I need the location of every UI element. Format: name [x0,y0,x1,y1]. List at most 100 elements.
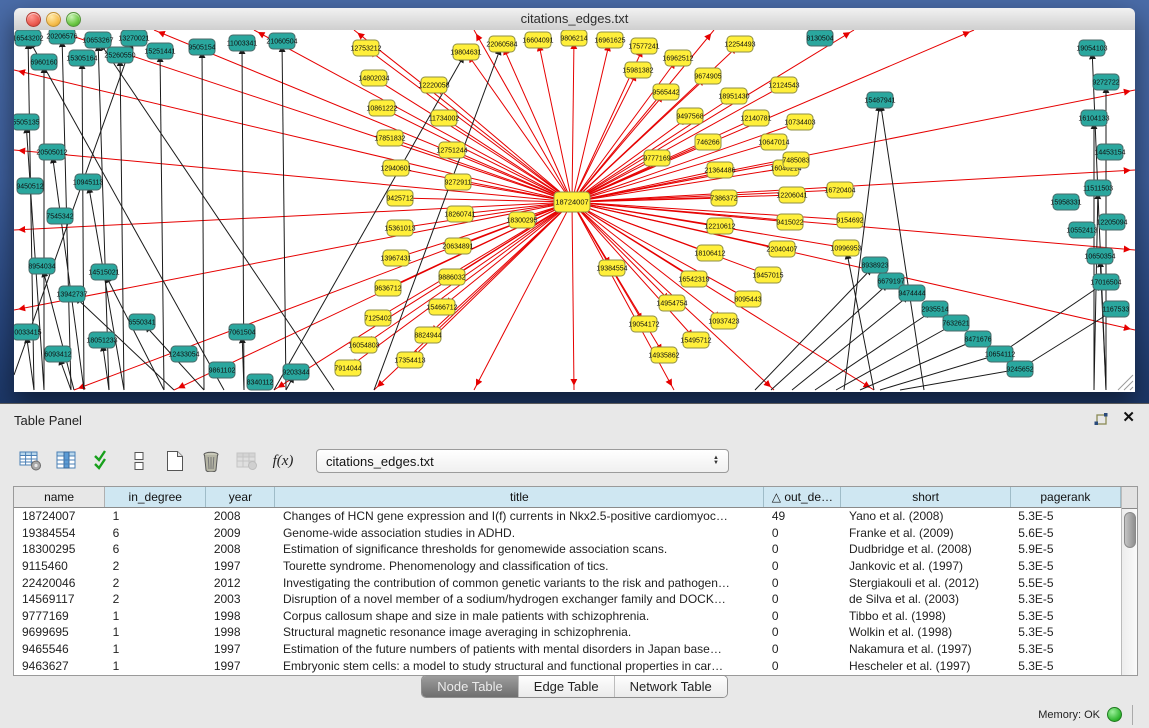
table-cell[interactable]: 0 [764,591,841,608]
graph-node-16104133[interactable]: 16104133 [1078,110,1109,126]
table-cell[interactable]: 2008 [206,541,275,558]
table-cell[interactable]: 5.3E-5 [1010,558,1120,575]
table-cell[interactable]: 2003 [206,591,275,608]
graph-node-12206041[interactable]: 12206041 [776,187,807,203]
graph-node-11511503[interactable]: 11511503 [1083,180,1113,196]
new-column-button[interactable] [160,447,190,475]
table-row[interactable]: 1830029562008Estimation of significance … [14,541,1121,558]
graph-node-9861102[interactable]: 9861102 [209,362,236,378]
table-cell[interactable]: 0 [764,558,841,575]
zoom-window-button[interactable] [66,12,81,27]
close-window-button[interactable] [26,12,41,27]
table-cell[interactable]: 0 [764,574,841,591]
table-cell[interactable]: 5.3E-5 [1010,624,1120,641]
select-all-check-button[interactable] [88,447,118,475]
table-cell[interactable]: Jankovic et al. (1997) [841,558,1010,575]
table-cell[interactable]: 22420046 [14,574,105,591]
graph-node-9474444[interactable]: 9474444 [898,285,925,301]
graph-node-7485083[interactable]: 7485083 [782,152,809,168]
graph-node-2935514[interactable]: 2935514 [921,301,948,317]
graph-node-9777169[interactable]: 9777169 [643,150,670,166]
graph-node-14954754[interactable]: 14954754 [656,295,687,311]
column-header-year[interactable]: year [206,487,275,508]
graph-node-10861222[interactable]: 10861222 [366,100,397,116]
graph-node-19804631[interactable]: 19804631 [450,44,481,60]
tab-edge-table[interactable]: Edge Table [519,676,615,697]
scrollbar-track[interactable] [1122,509,1137,675]
graph-node-14802034[interactable]: 14802034 [358,70,389,86]
table-cell[interactable]: 14569117 [14,591,105,608]
graph-node-21364486[interactable]: 21364486 [704,162,735,178]
graph-node-22060584[interactable]: 22060584 [486,36,517,52]
graph-node-12751244[interactable]: 12751244 [436,142,467,158]
graph-node-18951430[interactable]: 18951430 [718,88,749,104]
graph-node-10654112[interactable]: 10654112 [985,346,1016,362]
graph-node-21060504[interactable]: 21060504 [266,33,297,49]
table-cell[interactable]: 1 [105,657,206,674]
select-columns-button[interactable] [52,447,82,475]
graph-node-22040407[interactable]: 22040407 [766,241,797,257]
table-cell[interactable]: 6 [105,541,206,558]
table-cell[interactable]: 2008 [206,508,275,525]
table-cell[interactable]: 1998 [206,624,275,641]
table-cell[interactable]: 0 [764,641,841,658]
table-cell[interactable]: 0 [764,525,841,542]
network-canvas[interactable]: 1872400712753212148020341086122217851832… [14,30,1135,392]
graph-node-16720404[interactable]: 16720404 [824,182,855,198]
table-cell[interactable]: Changes of HCN gene expression and I(f) … [275,508,764,525]
graph-node-9505154[interactable]: 9505154 [188,39,215,55]
graph-node-19457015[interactable]: 19457015 [752,267,783,283]
table-cell[interactable]: 2009 [206,525,275,542]
table-cell[interactable]: de Silva et al. (2003) [841,591,1010,608]
graph-node-14453154[interactable]: 14453154 [1094,144,1125,160]
table-cell[interactable]: 9463627 [14,657,105,674]
graph-node-12210612[interactable]: 12210612 [704,218,735,234]
graph-node-7914044[interactable]: 7914044 [334,360,361,376]
graph-node-10552413[interactable]: 10552413 [1066,222,1097,238]
graph-node-19054103[interactable]: 19054103 [1076,40,1107,56]
table-cell[interactable]: Nakamura et al. (1997) [841,641,1010,658]
table-vertical-scrollbar[interactable] [1121,487,1137,675]
column-header-out_de[interactable]: △ out_de… [764,487,841,508]
table-cell[interactable]: 1 [105,608,206,625]
table-row[interactable]: 911546021997Tourette syndrome. Phenomeno… [14,558,1121,575]
graph-node-7125402[interactable]: 7125402 [364,310,391,326]
graph-node-9565442[interactable]: 9565442 [652,84,679,100]
table-cell[interactable]: 1997 [206,641,275,658]
network-graph[interactable]: 1872400712753212148020341086122217851832… [14,30,1135,392]
table-cell[interactable]: 0 [764,608,841,625]
graph-node-16604091[interactable]: 16604091 [522,32,553,48]
minimize-window-button[interactable] [46,12,61,27]
table-cell[interactable]: Genome-wide association studies in ADHD. [275,525,764,542]
column-header-pagerank[interactable]: pagerank [1010,487,1120,508]
graph-node-15487941[interactable]: 15487941 [864,92,895,108]
graph-node-13270021[interactable]: 13270021 [118,30,149,46]
graph-node-19384554[interactable]: 19384554 [596,260,627,276]
graph-node-17577241[interactable]: 17577241 [628,38,659,54]
table-settings-button[interactable] [16,447,46,475]
table-cell[interactable]: Tourette syndrome. Phenomenology and cla… [275,558,764,575]
table-row[interactable]: 969969511998Structural magnetic resonanc… [14,624,1121,641]
graph-node-18106412[interactable]: 18106412 [694,245,725,261]
table-cell[interactable]: 2 [105,558,206,575]
table-cell[interactable]: Yano et al. (2008) [841,508,1010,525]
graph-node-8095443[interactable]: 8095443 [734,291,761,307]
tab-node-table[interactable]: Node Table [422,676,519,697]
graph-node-9415022[interactable]: 9415022 [776,214,803,230]
table-cell[interactable]: 6 [105,525,206,542]
table-cell[interactable]: Estimation of significance thresholds fo… [275,541,764,558]
table-row[interactable]: 1872400712008Changes of HCN gene express… [14,508,1121,525]
table-cell[interactable]: 9465546 [14,641,105,658]
graph-node-9154692[interactable]: 9154692 [836,212,863,228]
table-cell[interactable]: 18724007 [14,508,105,525]
graph-node-17016504[interactable]: 17016504 [1090,274,1121,290]
graph-node-18260741[interactable]: 18260741 [444,206,475,222]
graph-node-12220058[interactable]: 12220058 [418,77,449,93]
table-cell[interactable]: 1 [105,624,206,641]
tab-network-table[interactable]: Network Table [615,676,727,697]
table-cell[interactable]: 1 [105,641,206,658]
table-cell[interactable]: 5.6E-5 [1010,525,1120,542]
column-header-in_degree[interactable]: in_degree [105,487,206,508]
graph-node-20206576[interactable]: 20206576 [46,30,77,44]
graph-node-9425712[interactable]: 9425712 [386,190,413,206]
